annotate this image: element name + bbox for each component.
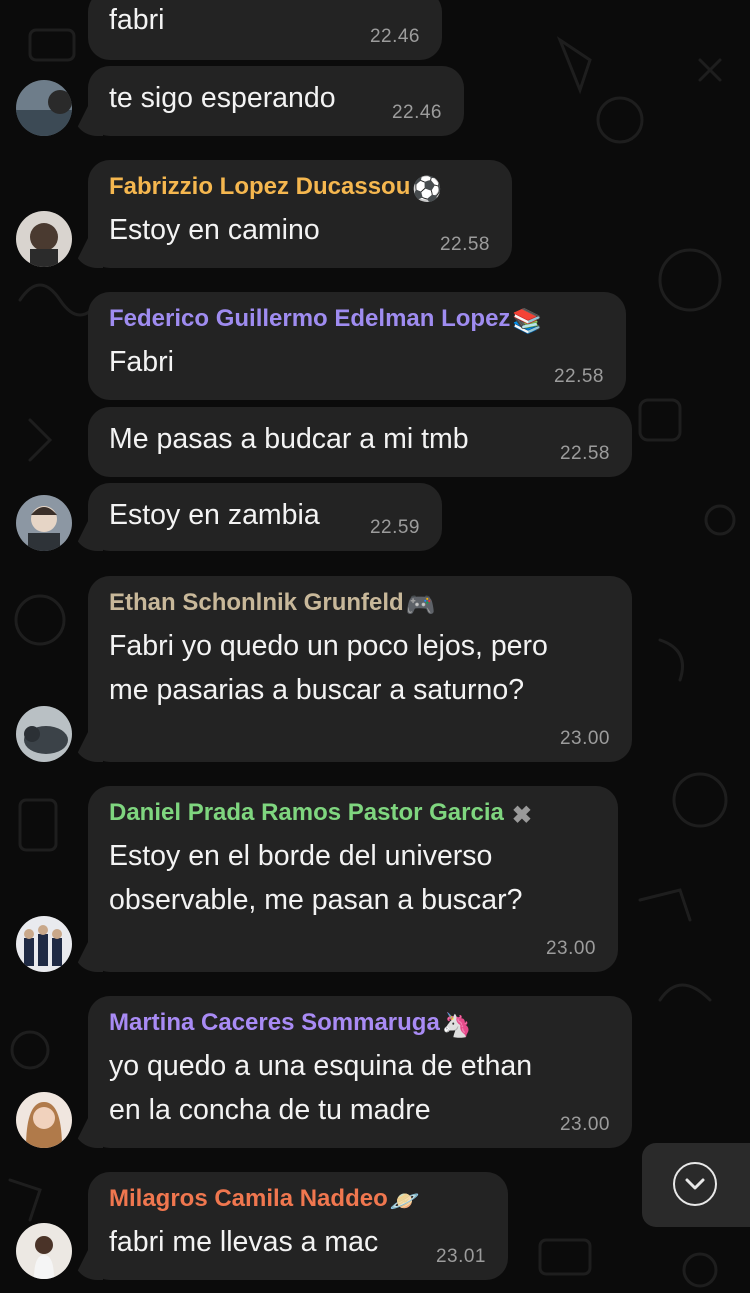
message-time: 22.59 xyxy=(369,517,420,538)
message-text: te sigo esperando xyxy=(109,82,336,114)
message-text: Fabri yo quedo un poco lejos, pero me pa… xyxy=(109,630,548,706)
message-list[interactable]: fabri 22.46 te sigo esperando 22.46 Fabr… xyxy=(0,0,750,1293)
message-bubble[interactable]: Fabrizzio Lopez Ducassou⚽ Estoy en camin… xyxy=(88,160,512,268)
avatar[interactable] xyxy=(16,80,72,136)
message-bubble[interactable]: Me pasas a budcar a mi tmb 22.58 xyxy=(88,407,632,477)
message-text: Me pasas a budcar a mi tmb xyxy=(109,423,469,455)
message-text: Estoy en zambia xyxy=(109,499,320,531)
unicorn-icon: 🦄 xyxy=(441,1012,472,1039)
sender-name: Martina Caceres Sommaruga🦄 xyxy=(109,1009,472,1039)
sender-name: Ethan Schonlnik Grunfeld🎮 xyxy=(109,589,436,619)
message-text: fabri xyxy=(109,4,165,36)
message-bubble[interactable]: Daniel Prada Ramos Pastor Garcia ✖ Estoy … xyxy=(88,786,618,972)
message-bubble[interactable]: Estoy en zambia 22.59 xyxy=(88,483,442,551)
sender-name: Federico Guillermo Edelman Lopez📚 xyxy=(109,305,543,335)
message-time: 23.00 xyxy=(559,728,610,749)
avatar[interactable] xyxy=(16,916,72,972)
message-text: Estoy en el borde del universo observabl… xyxy=(109,840,523,916)
message-bubble[interactable]: Milagros Camila Naddeo🪐 fabri me llevas … xyxy=(88,1172,508,1280)
message-time: 22.46 xyxy=(391,102,442,123)
sender-name: Daniel Prada Ramos Pastor Garcia ✖ xyxy=(109,799,532,829)
chevron-down-icon xyxy=(685,1178,705,1190)
ringed-planet-icon: 🪐 xyxy=(389,1188,420,1215)
scroll-to-bottom-button[interactable] xyxy=(642,1143,750,1227)
message-time: 23.00 xyxy=(559,1114,610,1135)
avatar[interactable] xyxy=(16,211,72,267)
message-bubble[interactable]: fabri 22.46 xyxy=(88,0,442,60)
message-time: 23.01 xyxy=(435,1246,486,1267)
cross-mark-icon: ✖ xyxy=(511,802,532,829)
message-time: 22.58 xyxy=(559,443,610,464)
avatar[interactable] xyxy=(16,1092,72,1148)
avatar[interactable] xyxy=(16,706,72,762)
sender-name: Fabrizzio Lopez Ducassou⚽ xyxy=(109,173,443,203)
soccer-ball-icon: ⚽ xyxy=(412,176,443,203)
message-time: 22.46 xyxy=(369,26,420,47)
sender-name: Milagros Camila Naddeo🪐 xyxy=(109,1185,420,1215)
message-time: 23.00 xyxy=(545,938,596,959)
message-bubble[interactable]: Ethan Schonlnik Grunfeld🎮 Fabri yo quedo… xyxy=(88,576,632,762)
message-bubble[interactable]: te sigo esperando 22.46 xyxy=(88,66,464,136)
avatar[interactable] xyxy=(16,495,72,551)
message-text: Fabri xyxy=(109,346,174,378)
books-icon: 📚 xyxy=(512,308,543,335)
message-bubble[interactable]: Martina Caceres Sommaruga🦄 yo quedo a un… xyxy=(88,996,632,1148)
game-controller-icon: 🎮 xyxy=(405,592,436,619)
message-text: yo quedo a una esquina de ethan en la co… xyxy=(109,1050,533,1126)
avatar[interactable] xyxy=(16,1223,72,1279)
message-text: fabri me llevas a mac xyxy=(109,1226,379,1258)
scroll-circle xyxy=(673,1162,717,1206)
message-time: 22.58 xyxy=(439,234,490,255)
message-time: 22.58 xyxy=(553,366,604,387)
message-text: Estoy en camino xyxy=(109,214,320,246)
message-bubble[interactable]: Federico Guillermo Edelman Lopez📚 Fabri … xyxy=(88,292,626,400)
